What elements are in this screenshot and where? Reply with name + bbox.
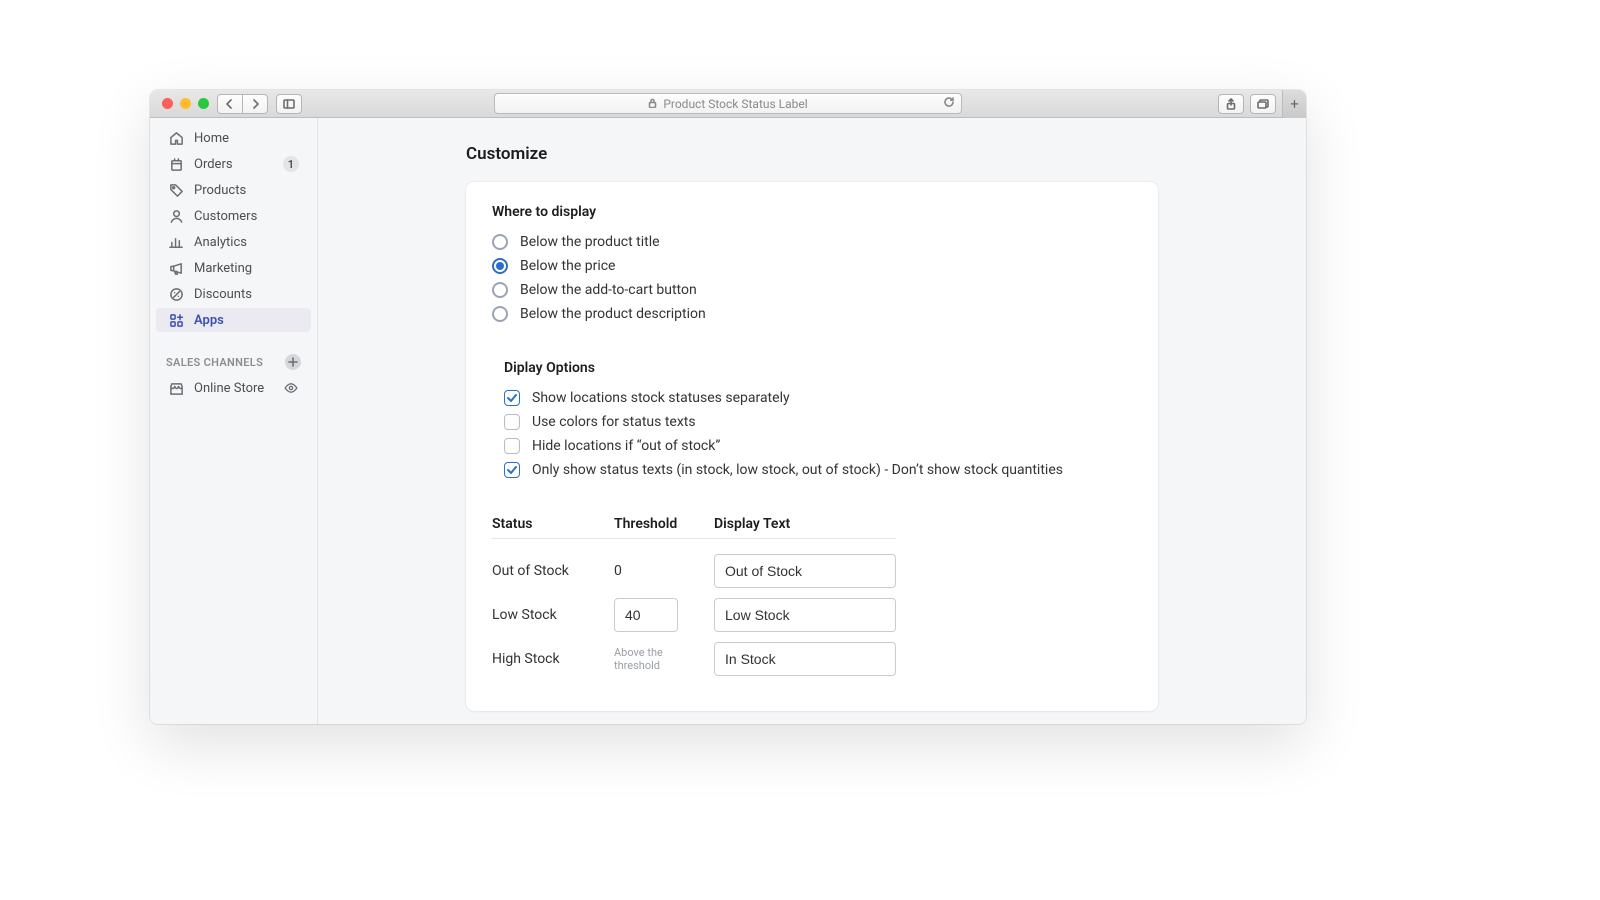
titlebar: Product Stock Status Label + <box>150 90 1306 118</box>
sidebar-item-label: Online Store <box>194 381 264 396</box>
sidebar-item-home[interactable]: Home <box>156 126 311 150</box>
orders-icon <box>168 156 184 172</box>
sidebar-toggle-button[interactable] <box>276 94 302 114</box>
display-text-input[interactable] <box>714 554 896 588</box>
status-table: Status Threshold Display Text Out of Sto… <box>492 516 896 681</box>
add-channel-button[interactable] <box>285 354 301 370</box>
display-text-input[interactable] <box>714 598 896 632</box>
where-option-below-price[interactable]: Below the price <box>492 254 1132 278</box>
store-icon <box>168 380 184 396</box>
nav-back-button[interactable] <box>217 94 243 114</box>
th-status: Status <box>492 516 614 532</box>
browser-window: Product Stock Status Label + Home <box>150 90 1306 724</box>
new-tab-button[interactable]: + <box>1282 90 1306 118</box>
status-label: Out of Stock <box>492 563 614 579</box>
sidebar-channel-online-store[interactable]: Online Store <box>156 376 311 400</box>
radio-input[interactable] <box>492 306 508 322</box>
window-maximize-button[interactable] <box>198 98 209 109</box>
display-text-input[interactable] <box>714 642 896 676</box>
nav-forward-button[interactable] <box>242 94 268 114</box>
nav-back-forward <box>217 94 268 114</box>
checkbox-input[interactable] <box>504 390 520 406</box>
window-minimize-button[interactable] <box>180 98 191 109</box>
th-threshold: Threshold <box>614 516 714 532</box>
where-option-below-add-to-cart[interactable]: Below the add-to-cart button <box>492 278 1132 302</box>
sidebar-item-label: Customers <box>194 209 257 224</box>
sidebar-item-label: Marketing <box>194 261 252 276</box>
window-controls <box>158 98 209 109</box>
sidebar-item-discounts[interactable]: Discounts <box>156 282 311 306</box>
display-options-title: Diplay Options <box>504 360 1132 376</box>
sidebar-item-analytics[interactable]: Analytics <box>156 230 311 254</box>
where-option-below-description[interactable]: Below the product description <box>492 302 1132 326</box>
checkbox-input[interactable] <box>504 462 520 478</box>
window-close-button[interactable] <box>162 98 173 109</box>
option-show-locations[interactable]: Show locations stock statuses separately <box>504 386 1132 410</box>
where-title: Where to display <box>492 204 1132 220</box>
sidebar-item-orders[interactable]: Orders 1 <box>156 152 311 176</box>
row-low-stock: Low Stock <box>492 593 896 637</box>
option-use-colors[interactable]: Use colors for status texts <box>504 410 1132 434</box>
analytics-icon <box>168 234 184 250</box>
checkbox-label: Only show status texts (in stock, low st… <box>532 462 1063 478</box>
radio-input[interactable] <box>492 258 508 274</box>
sidebar-section-title: SALES CHANNELS <box>166 356 263 369</box>
status-label: High Stock <box>492 651 614 667</box>
option-only-status-text[interactable]: Only show status texts (in stock, low st… <box>504 458 1132 482</box>
tag-icon <box>168 182 184 198</box>
status-label: Low Stock <box>492 607 614 623</box>
settings-card: Where to display Below the product title… <box>466 182 1158 711</box>
megaphone-icon <box>168 260 184 276</box>
home-icon <box>168 130 184 146</box>
threshold-note: Above the threshold <box>614 646 694 672</box>
sidebar: Home Orders 1 Products Customers <box>150 118 318 724</box>
radio-label: Below the add-to-cart button <box>520 282 697 298</box>
reload-icon[interactable] <box>943 96 955 112</box>
sidebar-item-label: Analytics <box>194 235 247 250</box>
radio-label: Below the product title <box>520 234 660 250</box>
orders-badge: 1 <box>283 156 299 172</box>
where-option-below-title[interactable]: Below the product title <box>492 230 1132 254</box>
checkbox-input[interactable] <box>504 414 520 430</box>
sidebar-item-marketing[interactable]: Marketing <box>156 256 311 280</box>
sidebar-item-label: Home <box>194 131 229 146</box>
page-title: Customize <box>466 144 1158 164</box>
threshold-value: 0 <box>614 563 714 579</box>
radio-input[interactable] <box>492 234 508 250</box>
checkbox-label: Use colors for status texts <box>532 414 696 430</box>
lock-icon <box>648 97 657 111</box>
tabs-button[interactable] <box>1250 94 1276 114</box>
sidebar-item-label: Products <box>194 183 246 198</box>
sidebar-item-customers[interactable]: Customers <box>156 204 311 228</box>
row-out-of-stock: Out of Stock 0 <box>492 549 896 593</box>
apps-icon <box>168 312 184 328</box>
row-high-stock: High Stock Above the threshold <box>492 637 896 681</box>
radio-label: Below the price <box>520 258 615 274</box>
radio-input[interactable] <box>492 282 508 298</box>
main: Customize Where to display Below the pro… <box>318 118 1306 724</box>
checkbox-label: Hide locations if “out of stock” <box>532 438 720 454</box>
view-store-icon[interactable] <box>283 380 299 396</box>
radio-label: Below the product description <box>520 306 706 322</box>
checkbox-input[interactable] <box>504 438 520 454</box>
sidebar-item-label: Orders <box>194 157 233 172</box>
sidebar-item-apps[interactable]: Apps <box>156 308 311 332</box>
sidebar-item-label: Apps <box>194 313 224 328</box>
address-bar[interactable]: Product Stock Status Label <box>494 93 962 114</box>
option-hide-oos[interactable]: Hide locations if “out of stock” <box>504 434 1132 458</box>
share-button[interactable] <box>1218 94 1244 114</box>
sidebar-item-products[interactable]: Products <box>156 178 311 202</box>
sidebar-item-label: Discounts <box>194 287 252 302</box>
threshold-input[interactable] <box>614 598 678 632</box>
th-display: Display Text <box>714 516 896 532</box>
user-icon <box>168 208 184 224</box>
discount-icon <box>168 286 184 302</box>
page-title: Product Stock Status Label <box>663 97 807 111</box>
checkbox-label: Show locations stock statuses separately <box>532 390 790 406</box>
